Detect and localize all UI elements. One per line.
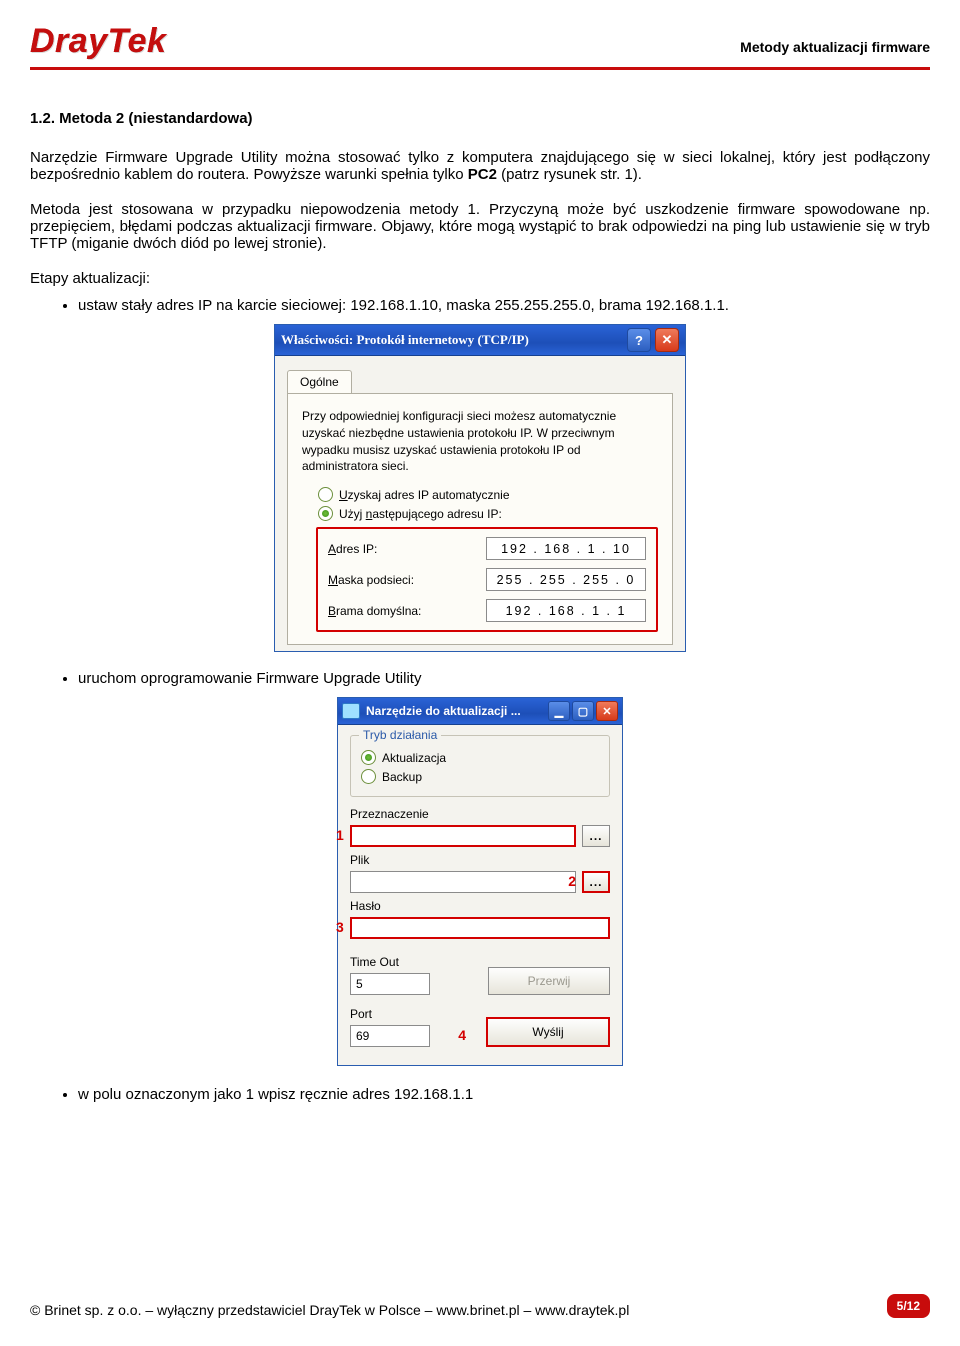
- step-item-3: w polu oznaczonym jako 1 wpisz ręcznie a…: [78, 1086, 930, 1103]
- gateway-field[interactable]: 192 . 168 . 1 . 1: [486, 599, 646, 622]
- fw-window: Narzędzie do aktualizacji ... ▁ ▢ ✕ Tryb…: [337, 697, 623, 1066]
- fw-title: Narzędzie do aktualizacji ...: [366, 704, 521, 718]
- radio-update-row[interactable]: Aktualizacja: [361, 750, 599, 765]
- tcpip-titlebar[interactable]: Właściwości: Protokół internetowy (TCP/I…: [275, 325, 685, 356]
- mode-legend: Tryb działania: [359, 728, 441, 742]
- page-header: DrayTek Metody aktualizacji firmware: [30, 22, 930, 70]
- paragraph-2: Metoda jest stosowana w przypadku niepow…: [30, 201, 930, 252]
- cancel-button[interactable]: Przerwij: [488, 967, 610, 995]
- file-label: Plik: [350, 853, 610, 867]
- footer-text: © Brinet sp. z o.o. – wyłączny przedstaw…: [30, 1302, 629, 1318]
- tcpip-tab-pane: Przy odpowiedniej konfiguracji sieci moż…: [287, 393, 673, 645]
- fw-window-buttons: ▁ ▢ ✕: [548, 701, 618, 721]
- step-item-1: ustaw stały adres IP na karcie sieciowej…: [78, 297, 930, 314]
- radio-backup-row[interactable]: Backup: [361, 769, 599, 784]
- badge-3: 3: [336, 919, 344, 935]
- ip-label: Adres IP:: [328, 542, 472, 556]
- timeout-port-row: Time Out Przerwij: [350, 949, 610, 995]
- radio-backup-label: Backup: [382, 770, 422, 784]
- logo: DrayTek: [30, 22, 166, 61]
- badge-1: 1: [336, 827, 344, 843]
- help-button[interactable]: ?: [627, 328, 651, 352]
- tcpip-title: Właściwości: Protokół internetowy (TCP/I…: [281, 332, 529, 348]
- gateway-label: Brama domyślna:: [328, 604, 472, 618]
- steps-list: ustaw stały adres IP na karcie sieciowej…: [30, 297, 930, 314]
- page-footer: © Brinet sp. z o.o. – wyłączny przedstaw…: [30, 1294, 930, 1318]
- radio-manual-row[interactable]: Użyj następującego adresu IP:: [318, 506, 658, 521]
- timeout-input[interactable]: [350, 973, 430, 995]
- minimize-button[interactable]: ▁: [548, 701, 570, 721]
- ip-grid: Adres IP: 192 . 168 . 1 . 10 Maska podsi…: [316, 527, 658, 632]
- paragraph-1: Narzędzie Firmware Upgrade Utility można…: [30, 149, 930, 183]
- radio-manual-label: Użyj następującego adresu IP:: [339, 507, 502, 521]
- tcpip-window-buttons: ? ✕: [627, 328, 679, 352]
- tcpip-help-text: Przy odpowiedniej konfiguracji sieci moż…: [302, 408, 658, 475]
- mode-groupbox: Tryb działania Aktualizacja Backup: [350, 735, 610, 797]
- badge-2: 2: [568, 873, 576, 889]
- tcpip-body: Ogólne Przy odpowiedniej konfiguracji si…: [275, 356, 685, 651]
- page: DrayTek Metody aktualizacji firmware 1.2…: [0, 0, 960, 1346]
- p1-b: PC2: [468, 166, 497, 183]
- app-icon: [342, 703, 360, 719]
- file-row: 2 ...: [350, 871, 610, 893]
- radio-auto-label: Uzyskaj adres IP automatycznie: [339, 488, 510, 502]
- radio-auto-icon: [318, 487, 333, 502]
- dest-input[interactable]: [350, 825, 576, 847]
- port-send-row: Port 4 Wyślij: [350, 1001, 610, 1047]
- radio-auto-row[interactable]: Uzyskaj adres IP automatycznie: [318, 487, 658, 502]
- pass-row: 3: [350, 917, 610, 939]
- send-button[interactable]: Wyślij: [486, 1017, 610, 1047]
- fw-titlebar[interactable]: Narzędzie do aktualizacji ... ▁ ▢ ✕: [338, 698, 622, 725]
- dest-label: Przeznaczenie: [350, 807, 610, 821]
- tcpip-window: Właściwości: Protokół internetowy (TCP/I…: [274, 324, 686, 652]
- step-item-2: uruchom oprogramowanie Firmware Upgrade …: [78, 670, 930, 687]
- port-input[interactable]: [350, 1025, 430, 1047]
- timeout-col: Time Out: [350, 949, 430, 995]
- dest-row: 1 ...: [350, 825, 610, 847]
- p1-c: (patrz rysunek str. 1).: [497, 166, 642, 183]
- header-title: Metody aktualizacji firmware: [740, 39, 930, 61]
- radio-backup-icon: [361, 769, 376, 784]
- fw-body: Tryb działania Aktualizacja Backup Przez…: [338, 725, 622, 1065]
- timeout-label: Time Out: [350, 955, 430, 969]
- radio-update-icon: [361, 750, 376, 765]
- file-input[interactable]: [350, 871, 576, 893]
- close-button[interactable]: ✕: [596, 701, 618, 721]
- page-number-badge: 5/12: [887, 1294, 930, 1318]
- radio-update-label: Aktualizacja: [382, 751, 446, 765]
- fw-title-left: Narzędzie do aktualizacji ...: [342, 703, 521, 719]
- mask-label: Maska podsieci:: [328, 573, 472, 587]
- port-col: Port: [350, 1001, 430, 1047]
- section-heading: 1.2. Metoda 2 (niestandardowa): [30, 110, 930, 127]
- dest-browse-button[interactable]: ...: [582, 825, 610, 847]
- tab-general[interactable]: Ogólne: [287, 370, 352, 393]
- steps-list-2: uruchom oprogramowanie Firmware Upgrade …: [30, 670, 930, 687]
- steps-list-3: w polu oznaczonym jako 1 wpisz ręcznie a…: [30, 1086, 930, 1103]
- mask-field[interactable]: 255 . 255 . 255 . 0: [486, 568, 646, 591]
- steps-intro: Etapy aktualizacji:: [30, 270, 930, 287]
- pass-input[interactable]: [350, 917, 610, 939]
- close-button[interactable]: ✕: [655, 328, 679, 352]
- ip-field[interactable]: 192 . 168 . 1 . 10: [486, 537, 646, 560]
- content: 1.2. Metoda 2 (niestandardowa) Narzędzie…: [30, 110, 930, 1103]
- radio-manual-icon: [318, 506, 333, 521]
- maximize-button[interactable]: ▢: [572, 701, 594, 721]
- pass-label: Hasło: [350, 899, 610, 913]
- badge-4: 4: [458, 1027, 466, 1043]
- tcpip-tabs: Ogólne: [287, 370, 673, 393]
- port-label: Port: [350, 1007, 430, 1021]
- file-browse-button[interactable]: ...: [582, 871, 610, 893]
